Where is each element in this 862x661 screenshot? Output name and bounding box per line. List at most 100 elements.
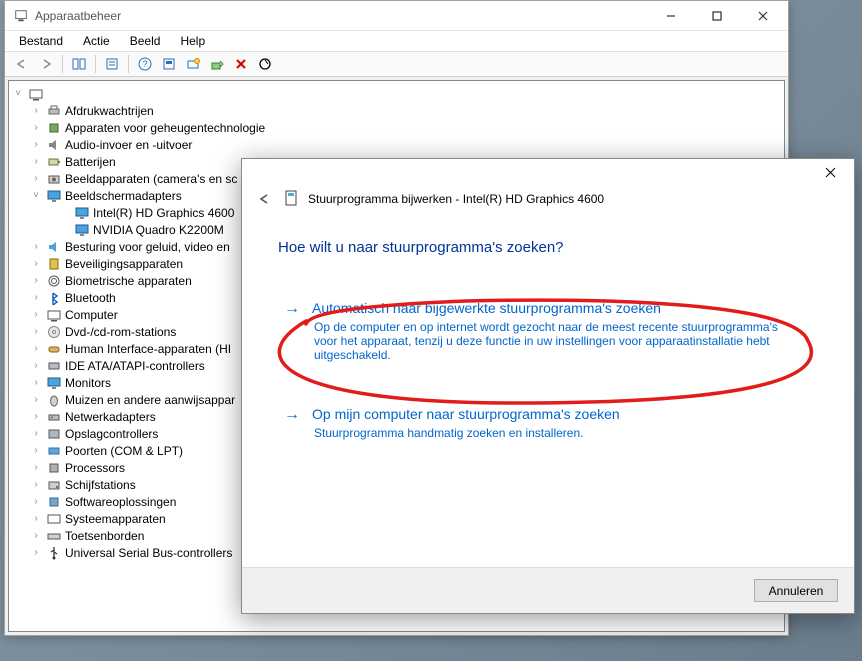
titlebar[interactable]: Apparaatbeheer xyxy=(5,1,788,31)
storage-icon xyxy=(46,426,62,442)
dialog-title: Stuurprogramma bijwerken - Intel(R) HD G… xyxy=(308,192,604,206)
expander-icon[interactable]: › xyxy=(29,105,43,116)
menubar: Bestand Actie Beeld Help xyxy=(5,31,788,51)
tree-label: Opslagcontrollers xyxy=(65,427,158,441)
expander-icon[interactable]: › xyxy=(29,275,43,286)
expander-icon[interactable]: › xyxy=(29,462,43,473)
close-button[interactable] xyxy=(740,1,786,30)
dialog-titlebar[interactable] xyxy=(242,159,854,185)
tree-label: Monitors xyxy=(65,376,111,390)
expander-icon[interactable]: › xyxy=(29,258,43,269)
tree-label: Besturing voor geluid, video en xyxy=(65,240,230,254)
expander-icon[interactable]: ˅ xyxy=(11,88,25,99)
tree-label: Afdrukwachtrijen xyxy=(65,104,154,118)
expander-icon[interactable]: › xyxy=(29,496,43,507)
cancel-button[interactable]: Annuleren xyxy=(754,579,838,602)
expander-icon[interactable]: › xyxy=(29,343,43,354)
uninstall-button[interactable] xyxy=(230,53,252,75)
speaker-icon xyxy=(46,137,62,153)
option-description: Stuurprogramma handmatig zoeken en insta… xyxy=(314,426,794,440)
tree-label: Intel(R) HD Graphics 4600 xyxy=(93,206,234,220)
menu-action[interactable]: Actie xyxy=(75,33,118,49)
update-driver-button[interactable] xyxy=(206,53,228,75)
dialog-question: Hoe wilt u naar stuurprogramma's zoeken? xyxy=(278,239,820,256)
forward-button[interactable] xyxy=(35,53,57,75)
expander-icon[interactable]: ˅ xyxy=(29,190,43,201)
toolbar: ? xyxy=(5,51,788,77)
expander-icon[interactable]: › xyxy=(29,530,43,541)
tree-label: Beveiligingsapparaten xyxy=(65,257,183,271)
dialog-back-button[interactable] xyxy=(254,189,274,209)
tree-label: Biometrische apparaten xyxy=(65,274,192,288)
biometric-icon xyxy=(46,273,62,289)
expander-icon[interactable]: › xyxy=(29,445,43,456)
security-icon xyxy=(46,256,62,272)
port-icon xyxy=(46,443,62,459)
tree-item[interactable]: › Afdrukwachtrijen xyxy=(11,102,782,119)
computer-icon xyxy=(46,307,62,323)
tree-label: Human Interface-apparaten (HI xyxy=(65,342,231,356)
chip-icon xyxy=(46,120,62,136)
disk-icon xyxy=(46,477,62,493)
scan-hardware-button[interactable] xyxy=(182,53,204,75)
maximize-button[interactable] xyxy=(694,1,740,30)
audio-icon xyxy=(46,239,62,255)
expander-icon[interactable]: › xyxy=(29,241,43,252)
menu-file[interactable]: Bestand xyxy=(11,33,71,49)
toolbar-separator xyxy=(62,55,63,73)
camera-icon xyxy=(46,171,62,187)
option-description: Op de computer en op internet wordt gezo… xyxy=(314,320,794,362)
expander-icon[interactable]: › xyxy=(29,292,43,303)
expander-icon[interactable]: › xyxy=(29,428,43,439)
menu-help[interactable]: Help xyxy=(172,33,213,49)
tree-label: Systeemapparaten xyxy=(65,512,166,526)
action-button[interactable] xyxy=(158,53,180,75)
tree-label: Toetsenborden xyxy=(65,529,144,543)
disc-icon xyxy=(46,324,62,340)
tree-label: Universal Serial Bus-controllers xyxy=(65,546,232,560)
show-hide-tree-button[interactable] xyxy=(68,53,90,75)
network-icon xyxy=(46,409,62,425)
tree-item[interactable]: ›Apparaten voor geheugentechnologie xyxy=(11,119,782,136)
expander-icon[interactable]: › xyxy=(29,326,43,337)
usb-icon xyxy=(46,545,62,561)
battery-icon xyxy=(46,154,62,170)
option-browse-computer[interactable]: → Op mijn computer naar stuurprogramma's… xyxy=(278,400,820,450)
expander-icon[interactable]: › xyxy=(29,479,43,490)
minimize-button[interactable] xyxy=(648,1,694,30)
tree-label: Audio-invoer en -uitvoer xyxy=(65,138,192,152)
tree-root[interactable]: ˅ xyxy=(11,85,782,102)
tree-label: Schijfstations xyxy=(65,478,136,492)
properties-button[interactable] xyxy=(101,53,123,75)
expander-icon[interactable]: › xyxy=(29,411,43,422)
tree-label: Netwerkadapters xyxy=(65,410,156,424)
expander-icon[interactable]: › xyxy=(29,547,43,558)
display-icon xyxy=(74,222,90,238)
tree-label: Bluetooth xyxy=(65,291,116,305)
expander-icon[interactable]: › xyxy=(29,377,43,388)
printer-icon xyxy=(46,103,62,119)
expander-icon[interactable]: › xyxy=(29,122,43,133)
keyboard-icon xyxy=(46,528,62,544)
option-search-automatically[interactable]: → Automatisch naar bijgewerkte stuurprog… xyxy=(278,294,820,372)
tree-item[interactable]: › Audio-invoer en -uitvoer xyxy=(11,136,782,153)
disable-button[interactable] xyxy=(254,53,276,75)
expander-icon[interactable]: › xyxy=(29,513,43,524)
expander-icon[interactable]: › xyxy=(29,156,43,167)
window-controls xyxy=(648,1,786,30)
expander-icon[interactable]: › xyxy=(29,173,43,184)
dialog-close-button[interactable] xyxy=(810,161,850,183)
option-title: Automatisch naar bijgewerkte stuurprogra… xyxy=(312,300,661,316)
devmgr-icon xyxy=(13,8,29,24)
expander-icon[interactable]: › xyxy=(29,139,43,150)
help-button[interactable]: ? xyxy=(134,53,156,75)
menu-view[interactable]: Beeld xyxy=(122,33,169,49)
expander-icon[interactable]: › xyxy=(29,394,43,405)
expander-icon[interactable]: › xyxy=(29,309,43,320)
tree-label: Dvd-/cd-rom-stations xyxy=(65,325,176,339)
tree-label: Muizen en andere aanwijsappar xyxy=(65,393,235,407)
back-button[interactable] xyxy=(11,53,33,75)
update-driver-dialog: Stuurprogramma bijwerken - Intel(R) HD G… xyxy=(241,158,855,614)
expander-icon[interactable]: › xyxy=(29,360,43,371)
ide-icon xyxy=(46,358,62,374)
